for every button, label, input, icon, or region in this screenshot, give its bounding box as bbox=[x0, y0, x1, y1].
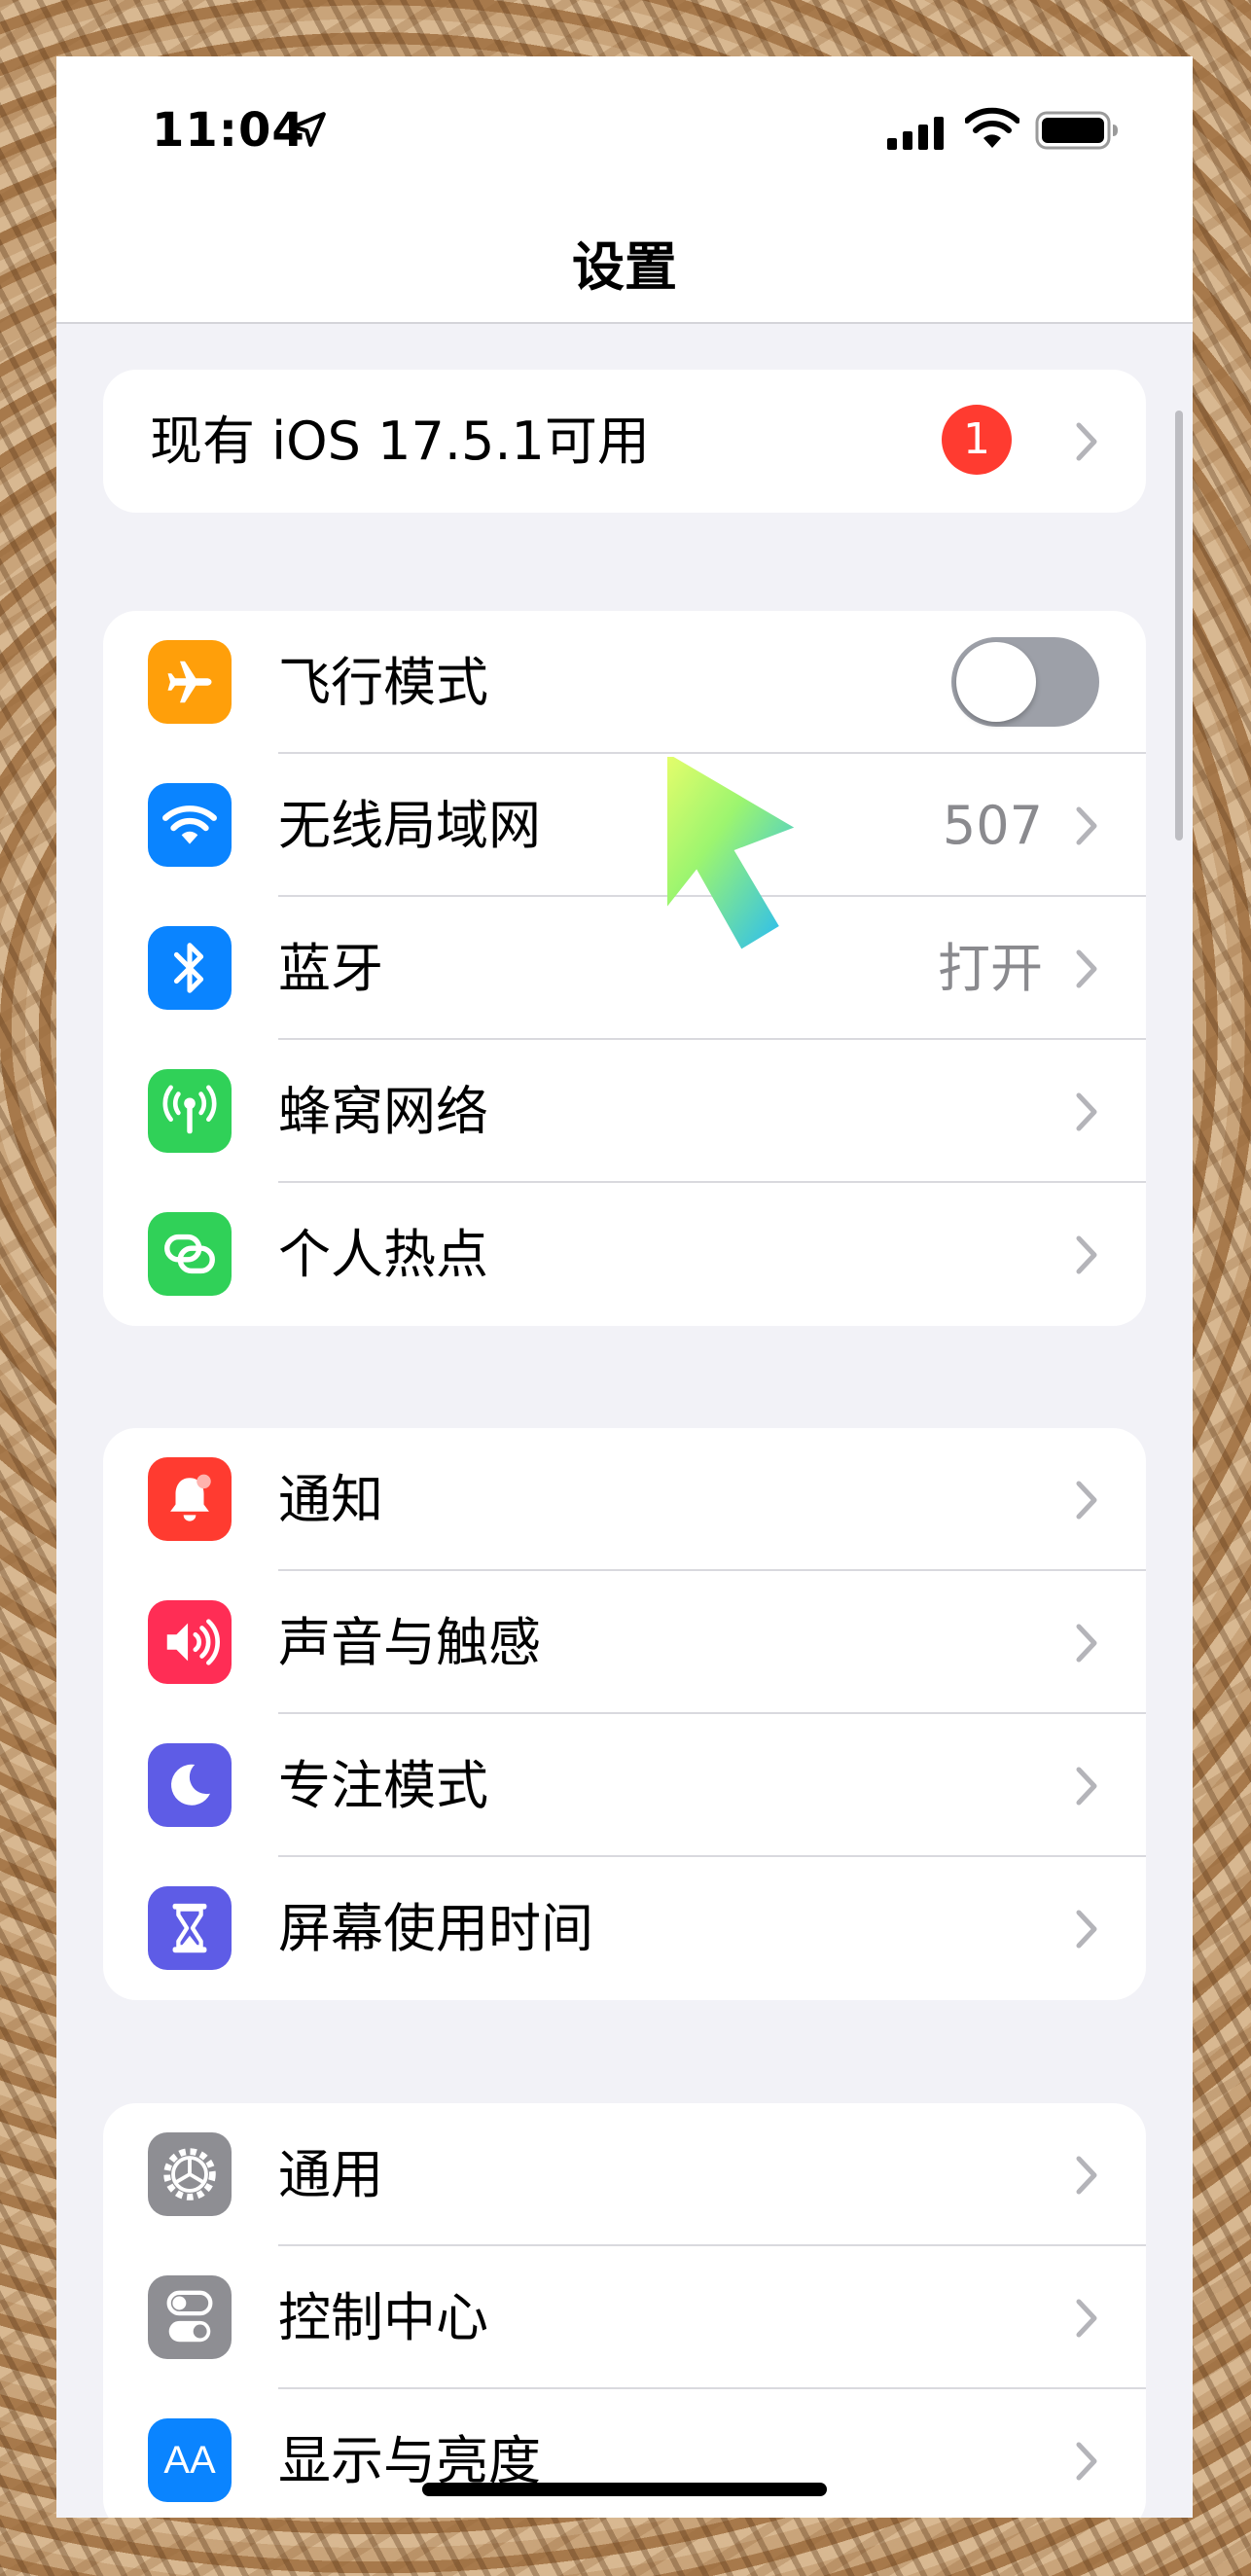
bluetooth-status: 打开 bbox=[938, 938, 1043, 999]
notifications-row[interactable]: 通知 bbox=[103, 1428, 1146, 1571]
location-arrow-icon bbox=[291, 112, 326, 147]
update-banner[interactable]: 现有 iOS 17.5.1可用 1 bbox=[103, 370, 1146, 513]
display-row[interactable]: AA 显示与亮度 bbox=[103, 2389, 1146, 2518]
general-row[interactable]: 通用 bbox=[103, 2103, 1146, 2246]
switches-icon bbox=[148, 2275, 232, 2359]
chevron-right-icon bbox=[1076, 2156, 1097, 2195]
toggle-knob bbox=[956, 642, 1036, 722]
chevron-right-icon bbox=[1076, 1624, 1097, 1663]
focus-label: 专注模式 bbox=[278, 1755, 488, 1816]
connectivity-group: 飞行模式 无线局域网 507 蓝牙 打开 蜂窝网络 个人热点 bbox=[103, 611, 1146, 1326]
airplane-mode-row[interactable]: 飞行模式 bbox=[103, 611, 1146, 754]
text-size-icon: AA bbox=[148, 2418, 232, 2502]
update-label: 现有 iOS 17.5.1可用 bbox=[150, 411, 650, 472]
bell-icon bbox=[148, 1457, 232, 1541]
chevron-right-icon bbox=[1076, 2442, 1097, 2481]
cursor-arrow-icon bbox=[667, 757, 795, 949]
chevron-right-icon bbox=[1076, 422, 1097, 461]
settings-screen: 11:04 设置 现有 iOS 17.5.1可用 1 飞行模式 无线局域网 50… bbox=[56, 56, 1193, 2518]
cellular-row[interactable]: 蜂窝网络 bbox=[103, 1040, 1146, 1183]
general-label: 通用 bbox=[278, 2144, 383, 2205]
hotspot-row[interactable]: 个人热点 bbox=[103, 1183, 1146, 1326]
airplane-mode-label: 飞行模式 bbox=[278, 652, 488, 713]
airplane-mode-toggle[interactable] bbox=[951, 637, 1099, 727]
chevron-right-icon bbox=[1076, 806, 1097, 845]
chevron-right-icon bbox=[1076, 1910, 1097, 1949]
control-center-label: 控制中心 bbox=[278, 2287, 488, 2348]
battery-icon bbox=[1035, 111, 1118, 150]
system-group: 通用 控制中心 AA 显示与亮度 bbox=[103, 2103, 1146, 2518]
attention-group: 通知 声音与触感 专注模式 屏幕使用时间 bbox=[103, 1428, 1146, 2000]
scrollbar[interactable] bbox=[1175, 411, 1183, 841]
navigation-header: 11:04 设置 bbox=[56, 56, 1193, 324]
wifi-icon bbox=[965, 107, 1019, 148]
gear-icon bbox=[148, 2132, 232, 2216]
status-time: 11:04 bbox=[152, 103, 305, 158]
wifi-row[interactable]: 无线局域网 507 bbox=[103, 754, 1146, 897]
hotspot-label: 个人热点 bbox=[278, 1224, 488, 1285]
sounds-label: 声音与触感 bbox=[278, 1612, 541, 1673]
cellular-signal-icon bbox=[887, 117, 944, 150]
speaker-icon bbox=[148, 1600, 232, 1684]
page-title: 设置 bbox=[572, 236, 677, 298]
chevron-right-icon bbox=[1076, 2299, 1097, 2338]
display-label: 显示与亮度 bbox=[278, 2430, 541, 2491]
chevron-right-icon bbox=[1076, 1235, 1097, 1274]
wifi-icon bbox=[148, 783, 232, 867]
chevron-right-icon bbox=[1076, 1767, 1097, 1806]
airplane-icon bbox=[148, 640, 232, 724]
notifications-label: 通知 bbox=[278, 1469, 383, 1530]
focus-row[interactable]: 专注模式 bbox=[103, 1714, 1146, 1857]
notification-badge: 1 bbox=[942, 405, 1012, 475]
home-indicator bbox=[422, 2483, 827, 2496]
screen-time-row[interactable]: 屏幕使用时间 bbox=[103, 1857, 1146, 2000]
bluetooth-label: 蓝牙 bbox=[278, 938, 383, 999]
wifi-label: 无线局域网 bbox=[278, 795, 541, 856]
cellular-label: 蜂窝网络 bbox=[278, 1081, 488, 1142]
screen-time-label: 屏幕使用时间 bbox=[278, 1898, 593, 1959]
sounds-row[interactable]: 声音与触感 bbox=[103, 1571, 1146, 1714]
control-center-row[interactable]: 控制中心 bbox=[103, 2246, 1146, 2389]
cellular-antenna-icon bbox=[148, 1069, 232, 1153]
chevron-right-icon bbox=[1076, 1092, 1097, 1131]
bluetooth-row[interactable]: 蓝牙 打开 bbox=[103, 897, 1146, 1040]
moon-icon bbox=[148, 1743, 232, 1827]
chevron-right-icon bbox=[1076, 1481, 1097, 1520]
hourglass-icon bbox=[148, 1886, 232, 1970]
hotspot-chain-icon bbox=[148, 1212, 232, 1296]
bluetooth-icon bbox=[148, 926, 232, 1010]
wifi-network-name: 507 bbox=[942, 795, 1043, 856]
chevron-right-icon bbox=[1076, 949, 1097, 988]
